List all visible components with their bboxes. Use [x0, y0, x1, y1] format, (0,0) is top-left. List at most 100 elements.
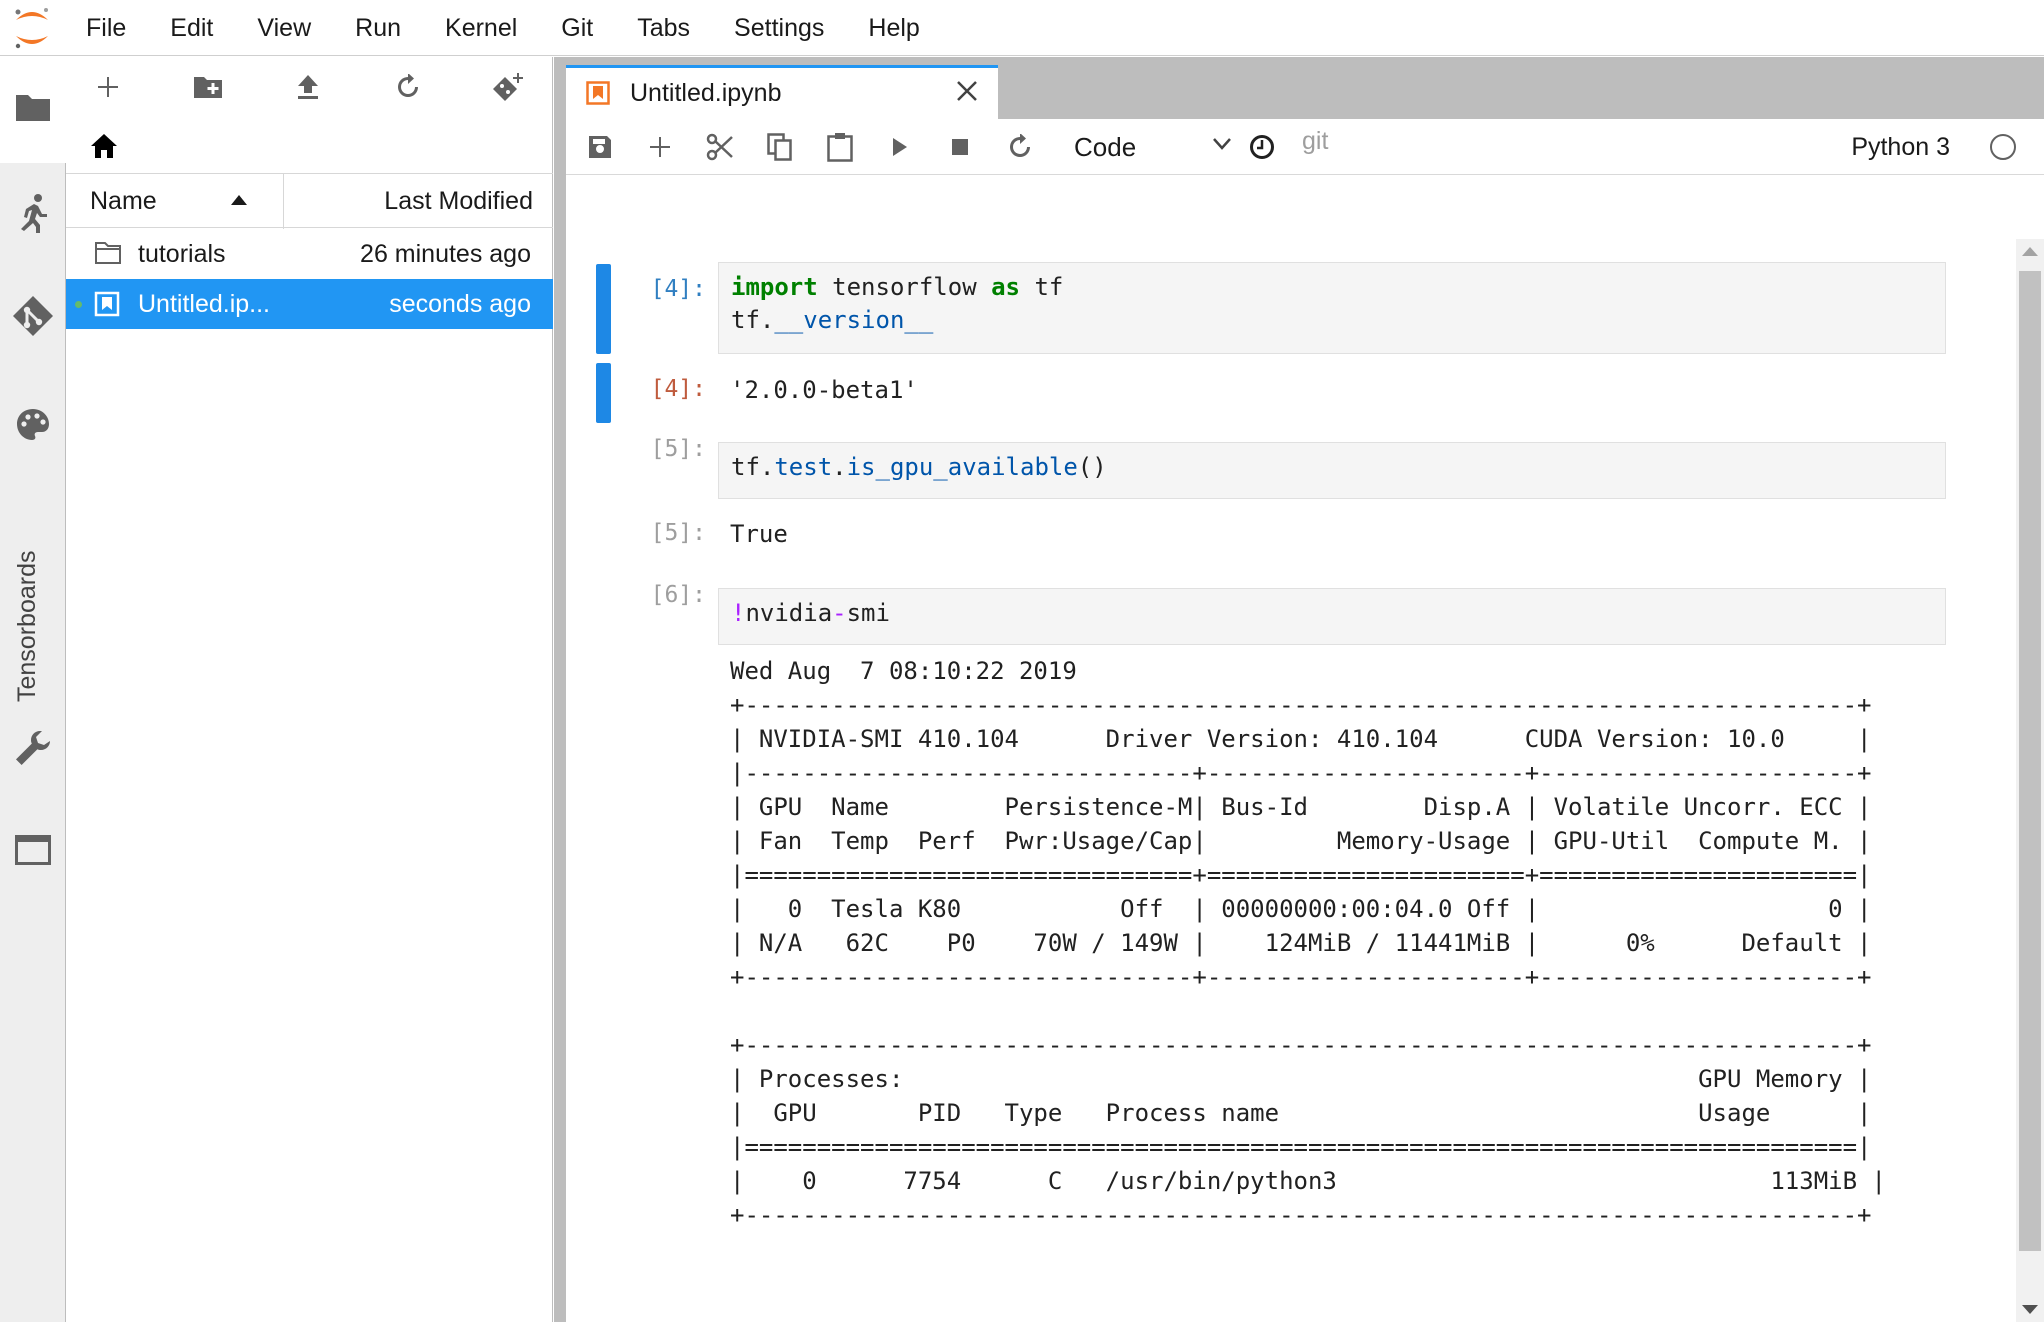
input-prompt: [5]:: [650, 436, 706, 462]
code-token: import: [731, 273, 818, 301]
play-icon: [893, 138, 907, 156]
code-token: as: [991, 273, 1020, 301]
new-launcher-button[interactable]: [88, 69, 128, 105]
code-cell-input[interactable]: tf.test.is_gpu_available(): [718, 442, 1946, 499]
new-folder-icon: [194, 77, 222, 98]
git-clone-button[interactable]: [488, 69, 528, 105]
menu-git[interactable]: Git: [539, 0, 615, 56]
paste-button[interactable]: [820, 129, 860, 165]
notebook-icon: [586, 81, 610, 110]
tensorboards-tab[interactable]: Tensorboards: [13, 551, 42, 702]
running-icon[interactable]: [0, 193, 66, 233]
cut-button[interactable]: [700, 129, 740, 165]
code-token: .: [832, 453, 847, 481]
code-cell-input[interactable]: !nvidia-smi: [718, 588, 1946, 645]
scissors-icon: [706, 133, 733, 161]
code-token: tf.: [731, 306, 775, 334]
file-browser-toolbar: [66, 57, 553, 117]
code-cell-input[interactable]: import tensorflow as tf tf.__version__: [718, 262, 1946, 354]
restart-button[interactable]: [1000, 129, 1040, 165]
folder-icon[interactable]: [0, 91, 66, 123]
file-modified: seconds ago: [389, 290, 531, 318]
refresh-button[interactable]: [388, 69, 428, 105]
code-token: (): [1077, 453, 1107, 481]
home-icon: [91, 134, 117, 158]
file-name: Untitled.ip...: [138, 290, 271, 318]
menu-run[interactable]: Run: [333, 0, 423, 56]
copy-icon: [767, 133, 792, 161]
code-token: tf.: [731, 453, 775, 481]
paste-icon: [827, 133, 853, 162]
code-token: nvidia: [745, 599, 833, 627]
code-token: test: [774, 453, 833, 481]
close-icon[interactable]: [956, 80, 978, 107]
tabs-icon[interactable]: [0, 833, 66, 867]
main-dock-area: Untitled.ipynb Code git Python 3 [4]: im…: [554, 57, 2044, 1322]
code-token: smi: [846, 599, 890, 627]
jupyter-logo: [12, 6, 52, 50]
document-tab-bar: Untitled.ipynb: [554, 57, 2044, 119]
menu-file[interactable]: File: [64, 0, 148, 56]
menu-view[interactable]: View: [235, 0, 333, 56]
code-token: tf: [1020, 273, 1064, 301]
menu-kernel[interactable]: Kernel: [423, 0, 539, 56]
cell-type-value: Code: [1074, 132, 1137, 162]
code-token: __version__: [774, 306, 934, 334]
copy-button[interactable]: [760, 129, 800, 165]
scroll-down-arrow-icon[interactable]: [2022, 1305, 2038, 1314]
column-divider[interactable]: [283, 174, 284, 229]
code-token: tensorflow: [817, 273, 992, 301]
column-name[interactable]: Name: [90, 174, 157, 229]
chevron-down-icon: [1212, 137, 1232, 156]
refresh-icon: [1010, 134, 1030, 157]
cell-output: '2.0.0-beta1': [730, 376, 918, 404]
code-token: -: [832, 599, 847, 627]
notebook-toolbar: Code git Python 3: [566, 119, 2044, 175]
menu-tabs[interactable]: Tabs: [615, 0, 712, 56]
run-button[interactable]: [880, 129, 920, 165]
code-token: is_gpu_available: [846, 453, 1078, 481]
save-button[interactable]: [580, 129, 620, 165]
clock-icon: [1250, 135, 1274, 159]
tab-title: Untitled.ipynb: [630, 79, 782, 107]
code-editor: import tensorflow as tf tf.__version__: [719, 263, 1945, 345]
notebook-icon: [94, 291, 120, 322]
palette-icon[interactable]: [0, 407, 66, 443]
menu-help[interactable]: Help: [846, 0, 941, 56]
save-icon: [589, 136, 611, 158]
notebook-panel: Code git Python 3 [4]: import tensorflow…: [566, 119, 2044, 1322]
input-prompt: [6]:: [650, 582, 706, 608]
column-last-modified[interactable]: Last Modified: [384, 174, 533, 229]
plus-icon: [98, 77, 118, 97]
menu-edit[interactable]: Edit: [148, 0, 235, 56]
notebook-content: [4]: import tensorflow as tf tf.__versio…: [566, 176, 2016, 1322]
clock-button[interactable]: [1242, 129, 1282, 165]
interrupt-button[interactable]: [940, 129, 980, 165]
sort-ascending-icon: [231, 192, 247, 210]
output-prompt: [4]:: [650, 376, 706, 402]
input-prompt: [4]:: [650, 276, 706, 302]
new-folder-button[interactable]: [188, 69, 228, 105]
git-button[interactable]: git: [1302, 127, 1328, 156]
file-row-tutorials[interactable]: tutorials 26 minutes ago: [66, 229, 553, 279]
upload-button[interactable]: [288, 69, 328, 105]
scrollbar-thumb[interactable]: [2019, 271, 2041, 1251]
git-icon[interactable]: [0, 295, 66, 337]
file-name: tutorials: [138, 240, 226, 268]
menubar: File Edit View Run Kernel Git Tabs Setti…: [0, 0, 2044, 56]
menu-settings[interactable]: Settings: [712, 0, 846, 56]
vertical-scrollbar[interactable]: [2016, 239, 2044, 1322]
cell-output: True: [730, 520, 788, 548]
file-row-untitled-notebook[interactable]: Untitled.ip... seconds ago: [66, 279, 553, 329]
plus-icon: [650, 137, 670, 157]
wrench-icon[interactable]: [0, 729, 66, 767]
left-activity-bar: Tensorboards: [0, 57, 66, 1322]
kernel-name[interactable]: Python 3: [1851, 119, 1950, 175]
scroll-up-arrow-icon[interactable]: [2022, 247, 2038, 256]
git-clone-icon: [493, 73, 523, 101]
code-editor: tf.test.is_gpu_available(): [719, 443, 1945, 492]
insert-cell-button[interactable]: [640, 129, 680, 165]
tab-untitled-notebook[interactable]: Untitled.ipynb: [566, 65, 998, 119]
cell-type-dropdown[interactable]: Code: [1070, 125, 1238, 169]
home-breadcrumb[interactable]: [90, 133, 118, 164]
